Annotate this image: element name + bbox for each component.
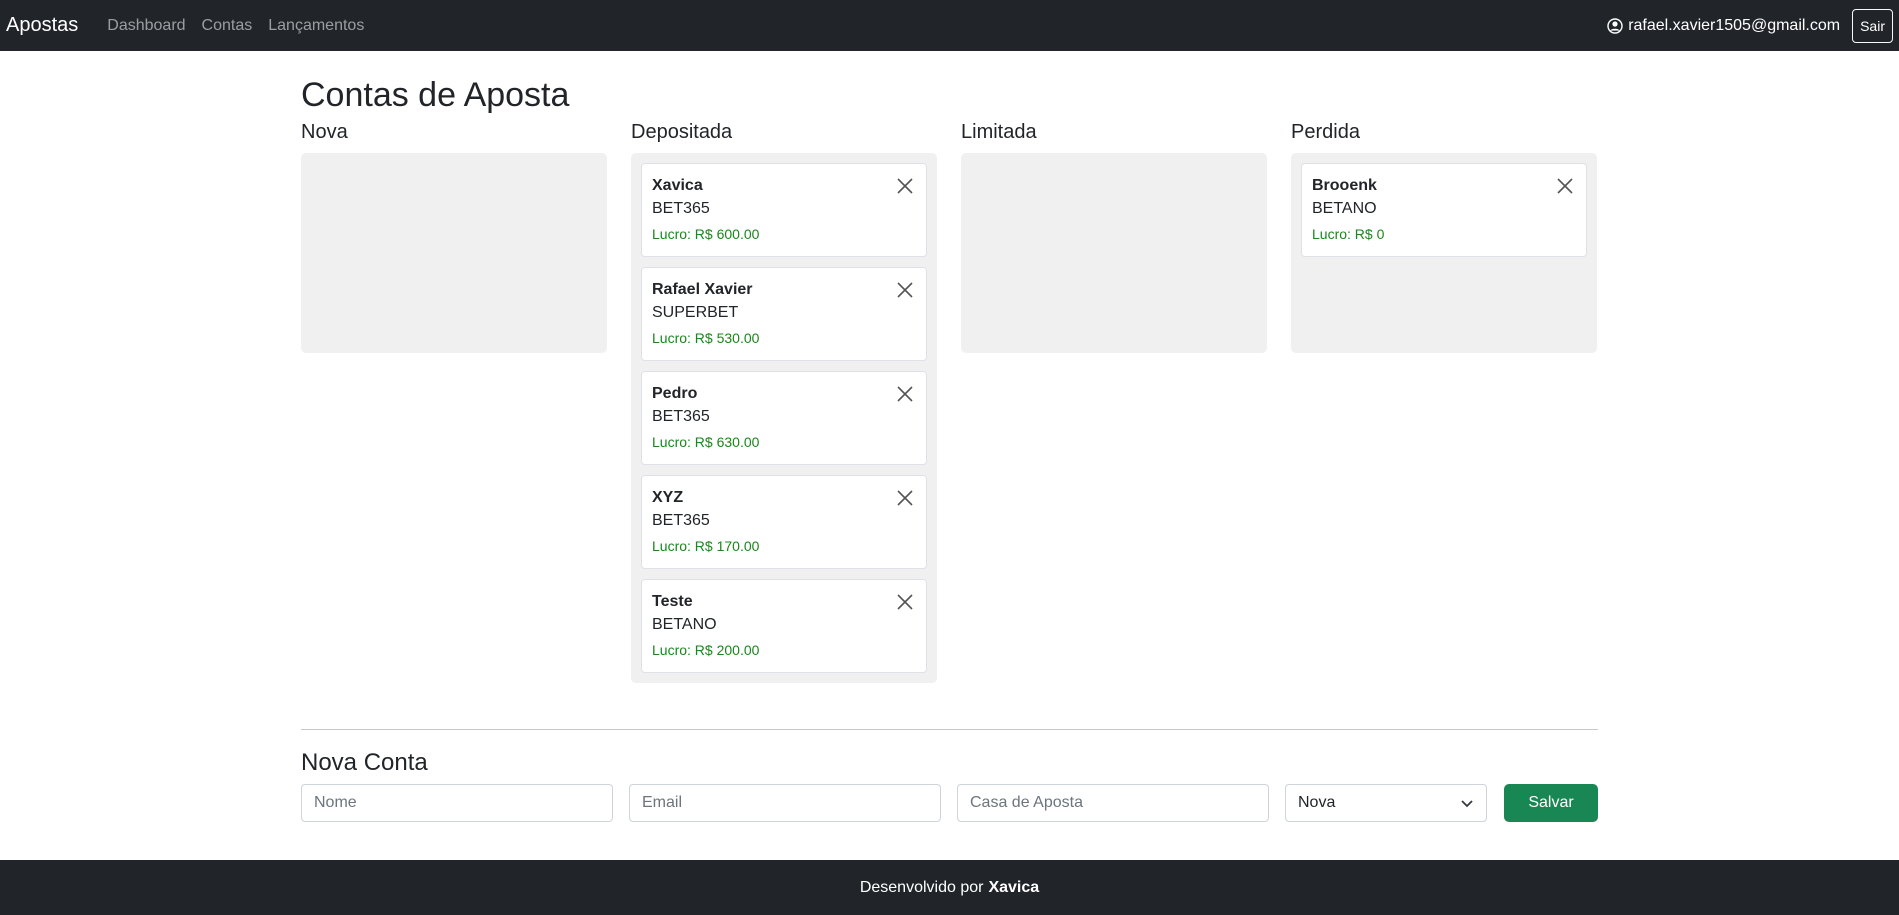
name-input[interactable] xyxy=(301,784,613,822)
logout-button[interactable]: Sair xyxy=(1852,8,1893,43)
column-title-limitada: Limitada xyxy=(961,121,1037,143)
account-name: XYZ xyxy=(652,489,684,506)
account-house: BET365 xyxy=(652,512,710,529)
account-profit: Lucro: R$ 630.00 xyxy=(652,434,760,450)
nav-link-dashboard[interactable]: Dashboard xyxy=(107,17,185,35)
nav-link-contas[interactable]: Contas xyxy=(202,17,253,35)
account-house: BETANO xyxy=(652,616,717,633)
account-house: BETANO xyxy=(1312,200,1377,217)
navbar-right: rafael.xavier1505@gmail.com Sair xyxy=(1607,8,1893,43)
close-icon[interactable] xyxy=(896,385,914,403)
save-button[interactable]: Salvar xyxy=(1504,784,1598,822)
page-title: Contas de Aposta xyxy=(301,76,570,114)
column-depositada[interactable]: Xavica BET365 Lucro: R$ 600.00 Rafael Xa… xyxy=(631,153,937,683)
footer-prefix: Desenvolvido por xyxy=(859,878,984,896)
navbar: Apostas Dashboard Contas Lançamentos raf… xyxy=(0,0,1899,51)
account-card[interactable]: Xavica BET365 Lucro: R$ 600.00 xyxy=(641,163,927,257)
close-icon[interactable] xyxy=(1556,177,1574,195)
section-divider xyxy=(301,729,1598,730)
status-select[interactable]: Nova xyxy=(1285,784,1487,822)
account-profit: Lucro: R$ 0 xyxy=(1312,226,1385,242)
account-card[interactable]: Rafael Xavier SUPERBET Lucro: R$ 530.00 xyxy=(641,267,927,361)
email-input[interactable] xyxy=(629,784,941,822)
close-icon[interactable] xyxy=(896,489,914,507)
close-icon[interactable] xyxy=(896,177,914,195)
status-select-value: Nova xyxy=(1298,794,1336,811)
account-name: Rafael Xavier xyxy=(652,281,753,298)
account-card[interactable]: XYZ BET365 Lucro: R$ 170.00 xyxy=(641,475,927,569)
column-title-depositada: Depositada xyxy=(631,121,733,143)
form-title: Nova Conta xyxy=(301,749,428,776)
footer-author: Xavica xyxy=(988,878,1040,896)
user-info: rafael.xavier1505@gmail.com xyxy=(1607,17,1840,35)
chevron-down-icon xyxy=(1461,800,1473,808)
account-profit: Lucro: R$ 200.00 xyxy=(652,642,760,658)
close-icon[interactable] xyxy=(896,281,914,299)
column-title-perdida: Perdida xyxy=(1291,121,1360,143)
user-circle-icon xyxy=(1607,17,1623,34)
account-name: Xavica xyxy=(652,177,703,194)
account-card[interactable]: Pedro BET365 Lucro: R$ 630.00 xyxy=(641,371,927,465)
close-icon[interactable] xyxy=(896,593,914,611)
column-perdida[interactable]: Brooenk BETANO Lucro: R$ 0 xyxy=(1291,153,1597,353)
account-profit: Lucro: R$ 170.00 xyxy=(652,538,760,554)
footer: Desenvolvido por Xavica xyxy=(0,860,1899,915)
account-card[interactable]: Brooenk BETANO Lucro: R$ 0 xyxy=(1301,163,1587,257)
user-email: rafael.xavier1505@gmail.com xyxy=(1628,16,1841,34)
account-name: Pedro xyxy=(652,385,698,402)
column-limitada[interactable] xyxy=(961,153,1267,353)
column-title-nova: Nova xyxy=(301,121,348,143)
account-house: BET365 xyxy=(652,408,710,425)
navbar-brand[interactable]: Apostas xyxy=(6,14,78,37)
account-house: BET365 xyxy=(652,200,710,217)
nav-link-lancamentos[interactable]: Lançamentos xyxy=(268,17,364,35)
house-input[interactable] xyxy=(957,784,1269,822)
account-card[interactable]: Teste BETANO Lucro: R$ 200.00 xyxy=(641,579,927,673)
column-nova[interactable] xyxy=(301,153,607,353)
account-house: SUPERBET xyxy=(652,304,739,321)
account-name: Teste xyxy=(652,593,693,610)
account-profit: Lucro: R$ 600.00 xyxy=(652,226,760,242)
account-profit: Lucro: R$ 530.00 xyxy=(652,330,760,346)
account-name: Brooenk xyxy=(1312,177,1377,194)
